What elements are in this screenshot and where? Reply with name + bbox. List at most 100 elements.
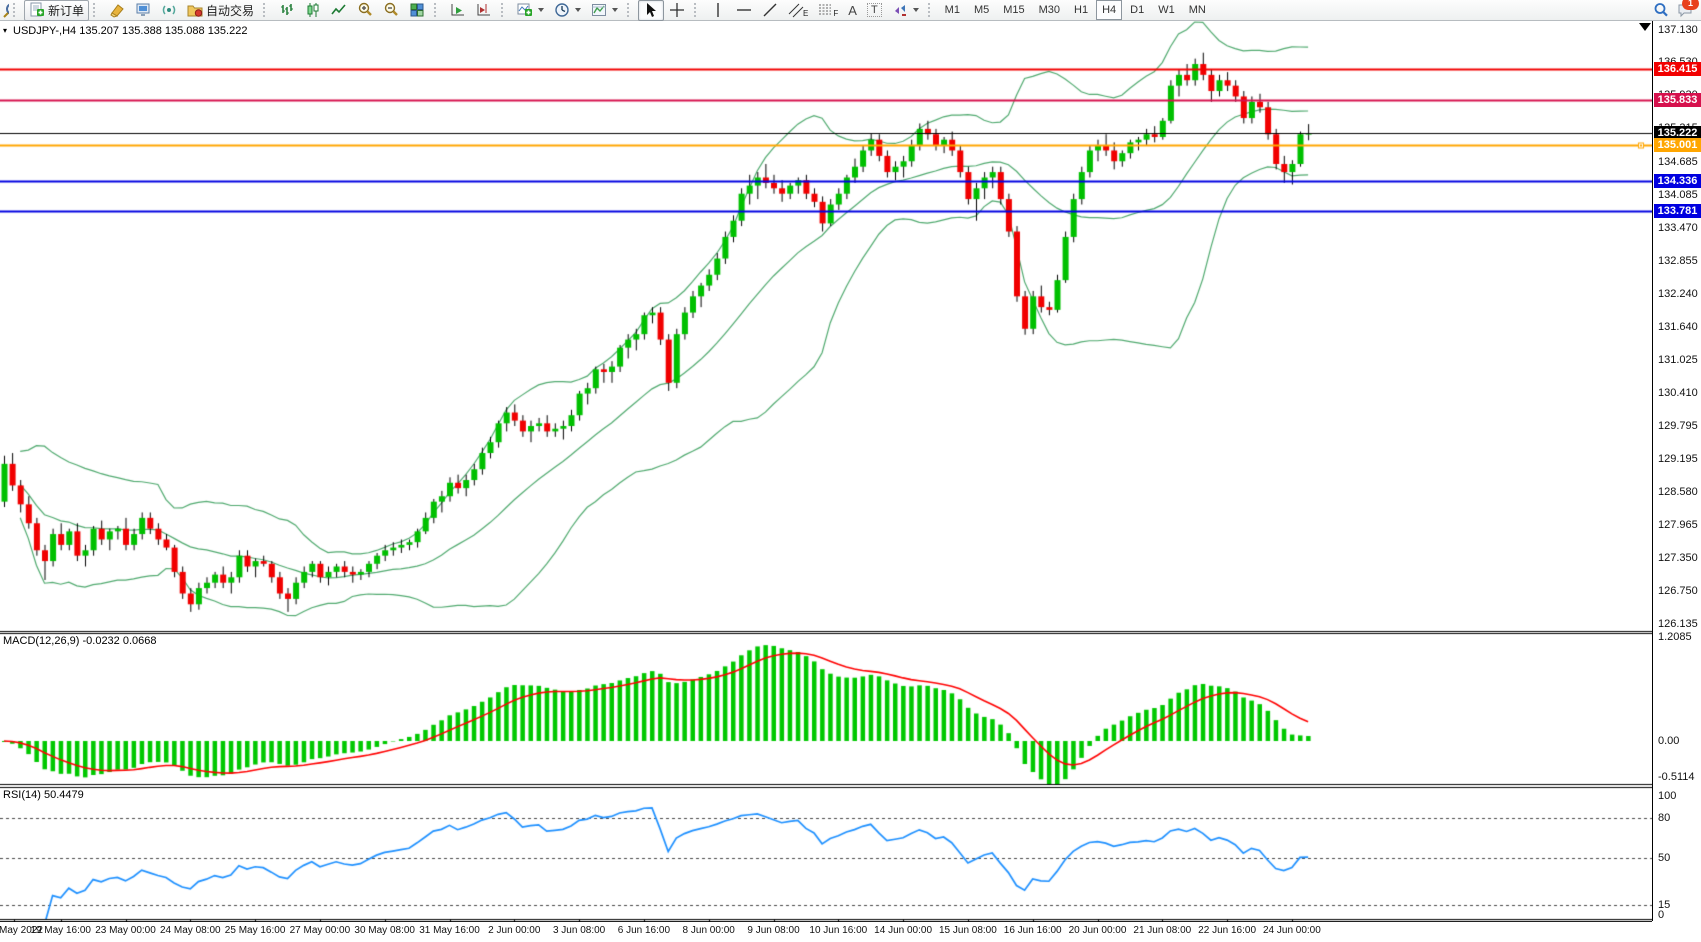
price-level-badge[interactable]: 134.336 xyxy=(1654,174,1701,188)
eraser-icon xyxy=(109,2,125,18)
price-level-badge[interactable]: 135.833 xyxy=(1654,93,1701,107)
price-tick: 127.965 xyxy=(1658,519,1698,531)
price-tick: 131.025 xyxy=(1658,354,1698,366)
zoom-out-icon xyxy=(383,2,399,18)
time-tick-label: 19 May 16:00 xyxy=(30,925,91,936)
time-tick-label: 25 May 16:00 xyxy=(225,925,286,936)
time-tick-label: 22 Jun 16:00 xyxy=(1198,925,1256,936)
bar-chart-mode-button[interactable] xyxy=(274,0,300,21)
cursor-tool-button[interactable] xyxy=(638,0,664,21)
rsi-name: RSI(14) xyxy=(3,789,41,801)
timeframe-button-d1[interactable]: D1 xyxy=(1124,0,1150,20)
fibonacci-icon xyxy=(818,2,834,18)
timeframe-button-m15[interactable]: M15 xyxy=(997,0,1030,20)
tile-windows-button[interactable] xyxy=(404,0,430,21)
time-tick-label: 23 May 00:00 xyxy=(95,925,156,936)
price-tick: 129.195 xyxy=(1658,453,1698,465)
notifications-button[interactable]: 1 xyxy=(1677,2,1693,18)
time-tick-label: 30 May 08:00 xyxy=(354,925,415,936)
crosshair-tool-button[interactable] xyxy=(664,0,690,21)
macd-values: -0.0232 0.0668 xyxy=(82,635,156,647)
eraser-button[interactable] xyxy=(104,0,130,21)
price-level-badge[interactable]: 135.001 xyxy=(1654,138,1701,152)
candlestick-chart-icon xyxy=(305,2,321,18)
text-tool-letter: A xyxy=(848,3,857,18)
trendline-tool-button[interactable] xyxy=(757,0,783,21)
auto-trading-label: 自动交易 xyxy=(206,2,254,19)
arrows-shapes-icon xyxy=(892,2,908,18)
zoom-in-button[interactable] xyxy=(352,0,378,21)
auto-trading-button[interactable]: 自动交易 xyxy=(182,0,259,21)
cursor-icon xyxy=(643,2,659,18)
period-button[interactable] xyxy=(549,0,586,21)
timeframe-button-m1[interactable]: M1 xyxy=(939,0,966,20)
rsi-tick: 50 xyxy=(1658,852,1670,864)
price-chart-canvas[interactable] xyxy=(0,20,1652,942)
chart-shift-button[interactable] xyxy=(471,0,497,21)
toolbar-grip xyxy=(13,3,21,17)
symbol-ohlc-values: 135.207 135.388 135.088 135.222 xyxy=(79,25,247,37)
time-tick-label: 9 Jun 08:00 xyxy=(747,925,799,936)
price-level-badge[interactable]: 136.415 xyxy=(1654,62,1701,76)
zoom-out-button[interactable] xyxy=(378,0,404,21)
timeframe-button-m30[interactable]: M30 xyxy=(1033,0,1066,20)
macd-tick: 1.2085 xyxy=(1658,631,1692,643)
depth-of-market-button[interactable] xyxy=(130,0,156,21)
timeframe-button-h1[interactable]: H1 xyxy=(1068,0,1094,20)
time-tick-label: 31 May 16:00 xyxy=(419,925,480,936)
horizontal-line-tool-button[interactable] xyxy=(731,0,757,21)
macd-name: MACD(12,26,9) xyxy=(3,635,79,647)
signal-button[interactable] xyxy=(156,0,182,21)
timeframe-button-m5[interactable]: M5 xyxy=(968,0,995,20)
monitor-icon xyxy=(135,2,151,18)
price-level-badge[interactable]: 133.781 xyxy=(1654,204,1701,218)
bar-chart-icon xyxy=(279,2,295,18)
label-tool-letter: T xyxy=(867,3,882,17)
new-order-button[interactable]: 新订单 xyxy=(24,0,89,21)
timeframe-button-mn[interactable]: MN xyxy=(1183,0,1212,20)
clipped-toolbar-icon[interactable] xyxy=(0,2,9,18)
vertical-line-tool-button[interactable] xyxy=(705,0,731,21)
toolbar-grip xyxy=(501,3,509,17)
template-button[interactable] xyxy=(586,0,623,21)
rsi-tick: 80 xyxy=(1658,812,1670,824)
chevron-down-icon xyxy=(913,8,919,12)
add-indicator-button[interactable] xyxy=(512,0,549,21)
text-tool-button[interactable]: A xyxy=(843,0,862,21)
chart-shift-icon xyxy=(476,2,492,18)
macd-indicator-label: MACD(12,26,9) -0.0232 0.0668 xyxy=(3,635,157,647)
toolbar-grip xyxy=(263,3,271,17)
price-tick: 132.240 xyxy=(1658,288,1698,300)
chevron-down-icon xyxy=(538,8,544,12)
search-icon[interactable] xyxy=(1653,2,1669,18)
price-axis[interactable]: 137.130136.530135.930135.315134.685134.0… xyxy=(1652,20,1701,921)
timeframe-button-w1[interactable]: W1 xyxy=(1152,0,1181,20)
symbol-marker-icon[interactable]: ▾ xyxy=(3,26,7,35)
time-tick-label: 24 May 08:00 xyxy=(160,925,221,936)
time-axis[interactable]: 18 May 202219 May 16:0023 May 00:0024 Ma… xyxy=(0,922,1652,942)
fibonacci-tool-button[interactable]: F xyxy=(813,0,843,21)
timeframe-button-h4[interactable]: H4 xyxy=(1096,0,1122,20)
rsi-tick: 0 xyxy=(1658,909,1664,921)
line-chart-mode-button[interactable] xyxy=(326,0,352,21)
symbol-name: USDJPY-,H4 xyxy=(13,25,76,37)
scroll-to-end-icon[interactable] xyxy=(1639,23,1651,31)
line-chart-icon xyxy=(331,2,347,18)
auto-trading-icon xyxy=(187,2,203,18)
rsi-value: 50.4479 xyxy=(44,789,84,801)
channel-tool-button[interactable]: E xyxy=(783,0,813,21)
clock-icon xyxy=(554,2,570,18)
vertical-line-icon xyxy=(710,2,726,18)
candle-chart-mode-button[interactable] xyxy=(300,0,326,21)
price-tick: 130.410 xyxy=(1658,387,1698,399)
crosshair-icon xyxy=(669,2,685,18)
arrows-tool-button[interactable] xyxy=(887,0,924,21)
time-tick-label: 8 Jun 00:00 xyxy=(683,925,735,936)
text-label-tool-button[interactable]: T xyxy=(862,0,887,21)
auto-scroll-button[interactable] xyxy=(445,0,471,21)
time-tick-label: 3 Jun 08:00 xyxy=(553,925,605,936)
rsi-indicator-label: RSI(14) 50.4479 xyxy=(3,789,84,801)
signal-icon xyxy=(161,2,177,18)
price-tick: 128.580 xyxy=(1658,486,1698,498)
rsi-tick: 100 xyxy=(1658,790,1676,802)
